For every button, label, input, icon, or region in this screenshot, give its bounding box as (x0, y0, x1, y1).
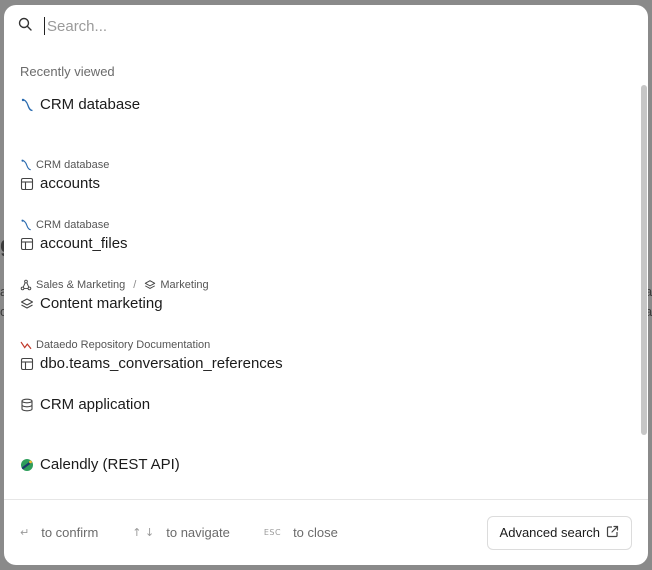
database-connector-icon (20, 159, 32, 171)
close-hint-label: to close (293, 525, 338, 540)
result-title-row: CRM application (20, 396, 150, 413)
result-item[interactable]: Calendly (REST API) (20, 444, 632, 499)
table-icon (20, 177, 34, 191)
navigate-hint: ↑ ↓ to navigate (132, 525, 230, 540)
search-input[interactable] (44, 17, 604, 35)
database-icon (20, 398, 34, 412)
breadcrumb-label: CRM database (36, 159, 110, 171)
advanced-search-label: Advanced search (499, 525, 600, 540)
repository-icon (20, 339, 32, 351)
result-item[interactable]: Dataedo Repository Documentation dbo.team… (20, 324, 632, 384)
breadcrumb-label: Marketing (160, 279, 209, 291)
result-item[interactable]: CRM database accounts (20, 144, 632, 204)
confirm-hint-label: to confirm (41, 525, 99, 540)
result-title: account_files (40, 235, 128, 252)
result-item[interactable]: CRM database account_files (20, 204, 632, 264)
domain-icon (20, 279, 32, 291)
confirm-hint: ↵ to confirm (20, 525, 98, 540)
footer: ↵ to confirm ↑ ↓ to navigate ESC to clos… (4, 499, 648, 565)
layers-icon (20, 297, 34, 311)
result-title: dbo.teams_conversation_references (40, 355, 283, 372)
breadcrumb: CRM database (20, 159, 109, 171)
table-icon (20, 237, 34, 251)
result-title-row: dbo.teams_conversation_references (20, 355, 283, 372)
result-title-row: accounts (20, 175, 100, 192)
result-item[interactable]: CRM application (20, 384, 632, 444)
result-title: CRM database (40, 96, 141, 113)
database-connector-icon (20, 98, 34, 112)
result-item[interactable]: Sales & Marketing / Marketing Content marke… (20, 264, 632, 324)
esc-key-icon: ESC (263, 528, 282, 537)
result-title-row: Content marketing (20, 295, 163, 312)
result-title: Calendly (REST API) (40, 456, 180, 473)
search-icon (18, 17, 32, 36)
scrollbar[interactable] (641, 85, 647, 435)
result-title: Content marketing (40, 295, 163, 312)
search-bar (4, 5, 648, 47)
breadcrumb-separator: / (133, 279, 137, 291)
close-hint: ESC to close (264, 525, 338, 540)
table-icon (20, 357, 34, 371)
result-title: CRM application (40, 396, 151, 413)
section-label: Recently viewed (20, 64, 115, 79)
external-link-icon (600, 525, 619, 541)
result-item[interactable]: CRM database (20, 84, 632, 144)
advanced-search-button[interactable]: Advanced search (486, 515, 632, 550)
calendly-icon (20, 458, 34, 472)
result-title-row: account_files (20, 235, 128, 252)
result-title-row: CRM database (20, 96, 140, 113)
enter-key-icon: ↵ (20, 526, 30, 539)
result-title: accounts (40, 175, 101, 192)
breadcrumb: Sales & Marketing / Marketing (20, 279, 209, 291)
results-list: Recently viewed CRM database CRM database… (4, 47, 648, 499)
navigate-hint-label: to navigate (166, 525, 230, 540)
breadcrumb-label: Dataedo Repository Documentation (36, 339, 211, 351)
layers-icon (144, 279, 156, 291)
breadcrumb-label: CRM database (36, 219, 110, 231)
result-title-row: Calendly (REST API) (20, 456, 180, 473)
arrow-keys-icon: ↑ ↓ (132, 526, 155, 539)
breadcrumb-label: Sales & Marketing (36, 279, 126, 291)
search-dialog: Recently viewed CRM databaseCRM database… (4, 5, 648, 565)
breadcrumb: CRM database (20, 219, 109, 231)
breadcrumb: Dataedo Repository Documentation (20, 339, 210, 351)
database-connector-icon (20, 219, 32, 231)
